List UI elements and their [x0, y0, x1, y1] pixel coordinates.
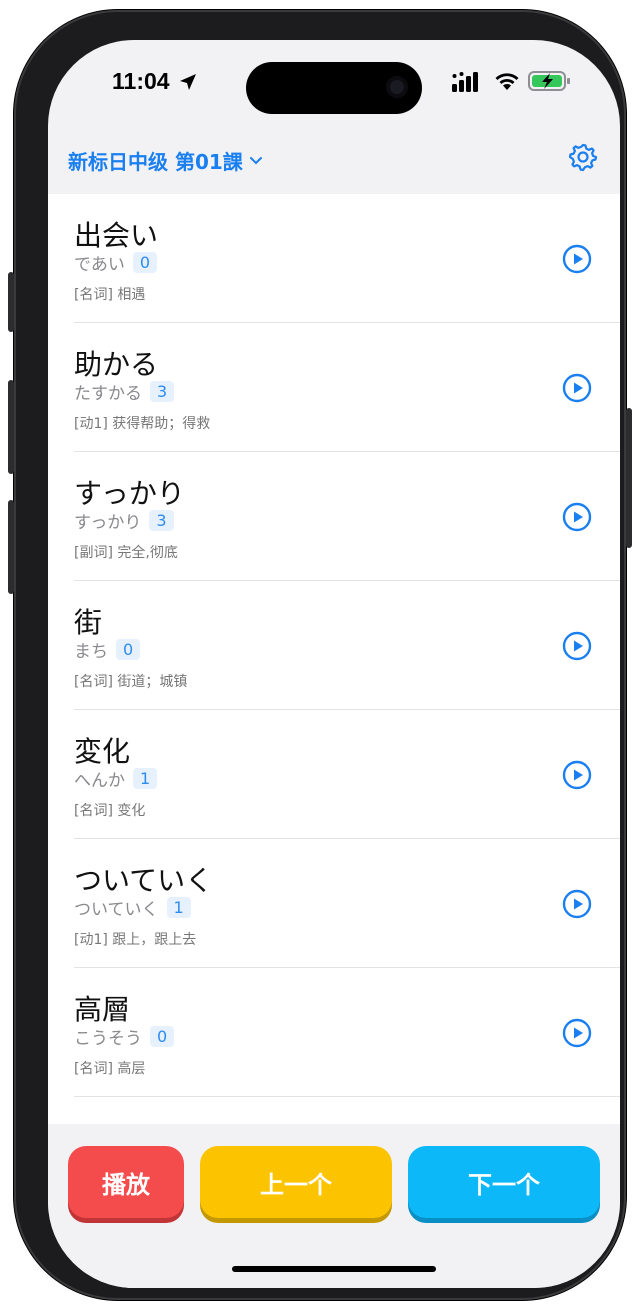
- next-button[interactable]: 下一个: [408, 1146, 600, 1218]
- play-circle-icon[interactable]: [562, 244, 592, 274]
- meaning-text: [名词] 高层: [74, 1061, 146, 1077]
- meaning-text: [动1] 获得帮助；得救: [74, 416, 211, 432]
- reading-line: ついていく 1: [74, 895, 191, 920]
- action-button: [8, 272, 14, 332]
- play-circle-icon[interactable]: [562, 631, 592, 661]
- count-badge: 0: [150, 1026, 175, 1047]
- play-circle-icon[interactable]: [562, 760, 592, 790]
- play-circle-icon[interactable]: [562, 889, 592, 919]
- word-text: 街: [74, 606, 103, 639]
- count-badge: 1: [133, 768, 158, 789]
- status-bar: 11:04: [48, 40, 620, 130]
- lesson-title: 新标日中级 第01課: [68, 150, 243, 174]
- volume-down-button: [8, 500, 14, 594]
- word-list: 出会い であい 0 [名词] 相遇 助かる たすかる 3 [动1] 获得帮助；得…: [48, 194, 620, 1124]
- reading-line: たすかる 3: [74, 379, 175, 404]
- reading-line: こうそう 0: [74, 1024, 175, 1049]
- play-circle-icon[interactable]: [562, 1018, 592, 1048]
- list-item[interactable]: 高層: [74, 1097, 620, 1124]
- chevron-down-icon: [249, 156, 262, 164]
- meaning-text: [副词] 完全,彻底: [74, 545, 178, 561]
- reading-line: すっかり 3: [74, 508, 174, 533]
- gear-icon[interactable]: [568, 142, 598, 172]
- count-badge: 0: [132, 252, 158, 273]
- list-item[interactable]: 街 まち 0 [名词] 街道；城镇: [74, 581, 620, 710]
- list-item[interactable]: 高層 こうそう 0 [名词] 高层: [74, 968, 620, 1097]
- reading-line: へんか 1: [74, 766, 158, 791]
- meaning-text: [动1] 跟上，跟上去: [74, 932, 197, 948]
- list-item[interactable]: すっかり すっかり 3 [副词] 完全,彻底: [74, 452, 620, 581]
- play-circle-icon[interactable]: [562, 502, 592, 532]
- list-item[interactable]: 助かる たすかる 3 [动1] 获得帮助；得救: [74, 323, 620, 452]
- reading-text: たすかる: [74, 384, 142, 404]
- count-badge: 3: [149, 510, 174, 531]
- word-text: 変化: [74, 735, 131, 768]
- battery-charging-icon: [528, 71, 570, 91]
- reading-text: であい: [74, 255, 125, 275]
- previous-button[interactable]: 上一个: [200, 1146, 392, 1218]
- top-bar: 新标日中级 第01課: [48, 130, 620, 194]
- count-badge: 1: [166, 897, 191, 918]
- power-button: [626, 408, 632, 548]
- cellular-signal-icon: [452, 72, 478, 92]
- reading-text: すっかり: [74, 513, 142, 533]
- reading-text: まち: [74, 642, 108, 662]
- word-text: 助かる: [74, 348, 159, 381]
- volume-up-button: [8, 380, 14, 474]
- wifi-icon: [495, 73, 519, 90]
- bottom-controls: 播放 上一个 下一个: [48, 1124, 620, 1288]
- reading-line: であい 0: [74, 250, 158, 275]
- list-item[interactable]: ついていく ついていく 1 [动1] 跟上，跟上去: [74, 839, 620, 968]
- reading-line: まち 0: [74, 637, 141, 662]
- meaning-text: [名词] 街道；城镇: [74, 674, 188, 690]
- word-text: すっかり: [74, 477, 185, 510]
- word-text: 出会い: [74, 219, 159, 252]
- meaning-text: [名词] 变化: [74, 803, 146, 819]
- word-text: 高層: [74, 1117, 130, 1124]
- screen: 11:04 新标日中级 第01課 出会い であい 0 [名词] 相遇 助かる た…: [48, 40, 620, 1288]
- camera-icon: [386, 76, 408, 98]
- word-text: 高層: [74, 993, 131, 1026]
- count-badge: 0: [116, 639, 141, 660]
- reading-text: ついていく: [74, 900, 159, 920]
- meaning-text: [名词] 相遇: [74, 287, 146, 303]
- list-item[interactable]: 変化 へんか 1 [名词] 变化: [74, 710, 620, 839]
- word-text: ついていく: [74, 864, 214, 897]
- home-indicator[interactable]: [232, 1266, 436, 1272]
- phone-frame: 11:04 新标日中级 第01課 出会い であい 0 [名词] 相遇 助かる た…: [8, 10, 632, 1300]
- play-button[interactable]: 播放: [68, 1146, 184, 1218]
- status-time: 11:04: [112, 68, 170, 94]
- count-badge: 3: [150, 381, 175, 402]
- location-arrow-icon: [180, 74, 196, 90]
- play-circle-icon[interactable]: [562, 373, 592, 403]
- lesson-selector[interactable]: 新标日中级 第01課: [68, 146, 263, 175]
- reading-text: こうそう: [74, 1029, 142, 1049]
- list-item[interactable]: 出会い であい 0 [名词] 相遇: [74, 194, 620, 323]
- reading-text: へんか: [74, 771, 125, 791]
